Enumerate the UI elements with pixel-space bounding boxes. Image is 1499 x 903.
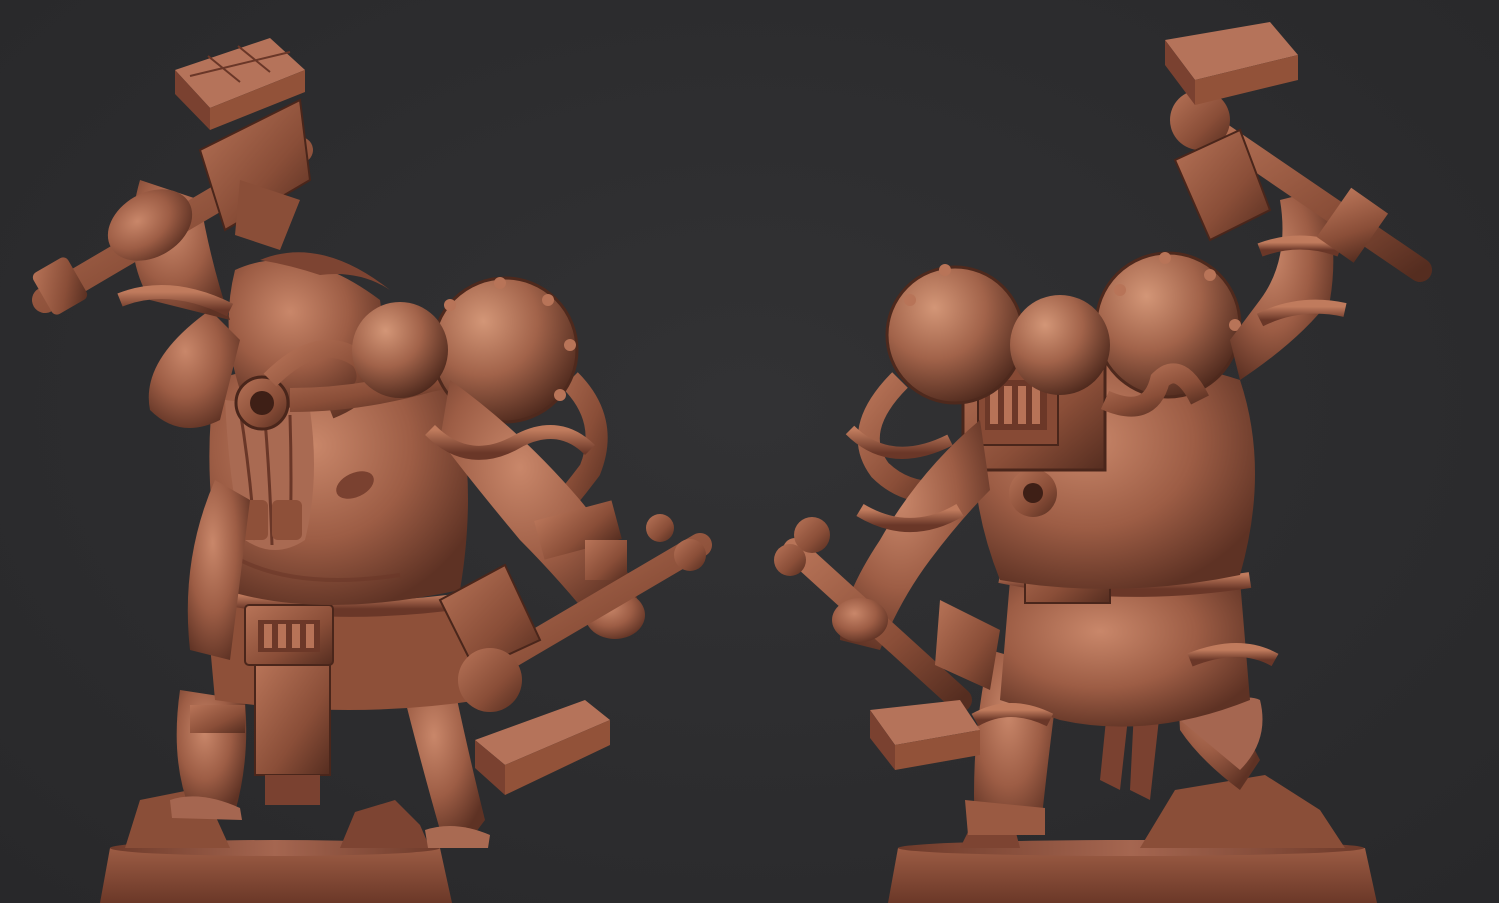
sculpt-render xyxy=(32,22,1432,903)
back-view-figure xyxy=(774,22,1432,903)
back-hammer-head xyxy=(1165,22,1298,105)
back-base xyxy=(888,848,1377,903)
front-base xyxy=(100,848,452,903)
zbrush-viewport[interactable] xyxy=(0,0,1499,903)
back-lower-hammer-head xyxy=(870,700,980,770)
front-lower-hammer-head xyxy=(475,700,610,795)
front-view-figure xyxy=(32,38,712,903)
